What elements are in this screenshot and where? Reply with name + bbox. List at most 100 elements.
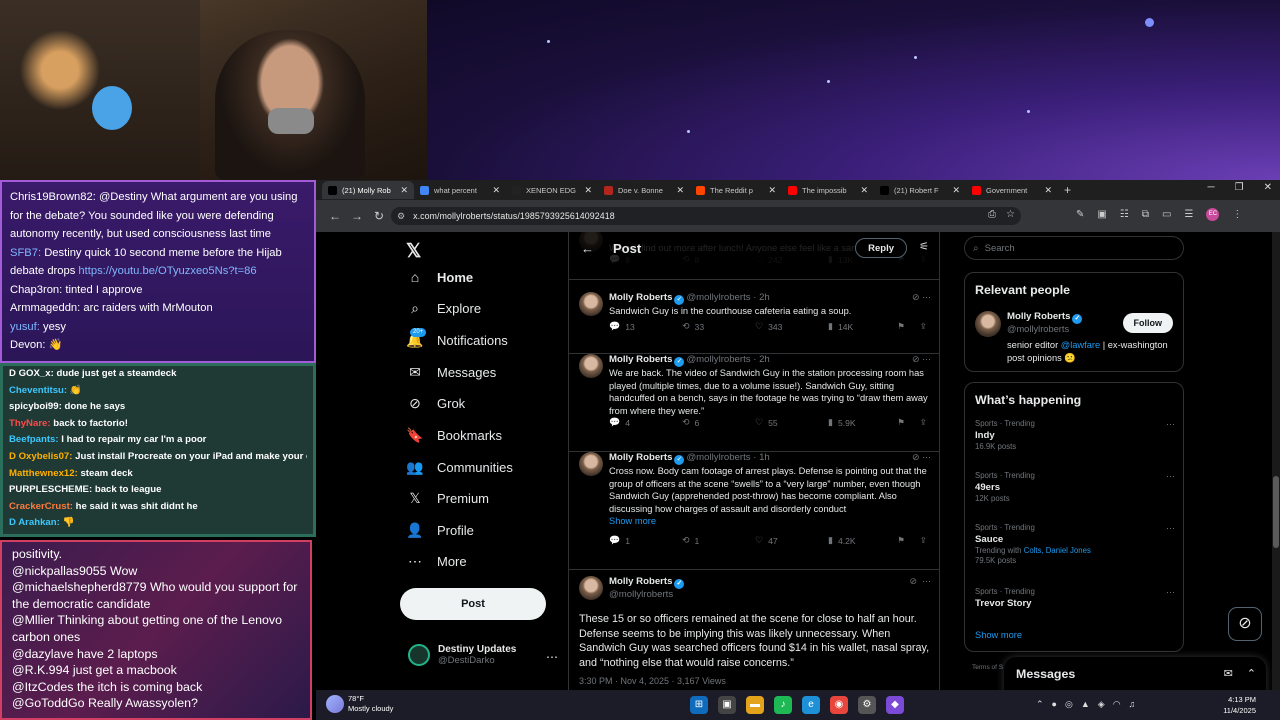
browser-tab[interactable]: (21) Molly Rob ✕ [322,181,414,199]
extension-icon[interactable]: ✎ [1076,209,1084,220]
share-icon[interactable]: ⇪ [920,417,927,428]
expand-icon[interactable]: ⌃ [1247,667,1256,680]
scrollbar-thumb[interactable] [1273,476,1279,548]
views-button[interactable]: ▮ 5.9K [828,417,901,428]
wifi-icon[interactable]: ◠ [1113,699,1121,710]
back-icon[interactable]: ← [324,209,346,223]
chrome-icon[interactable]: ◉ [830,696,848,714]
menu-icon[interactable]: ⋮ [1232,209,1242,220]
reply-button[interactable]: 💬 4 [609,417,682,428]
tray-app-icon[interactable]: ◎ [1065,699,1073,710]
chat-username[interactable]: SFB7: [10,247,41,259]
views-button[interactable]: ▮ 4.2K [828,535,901,546]
task-view-icon[interactable]: ▣ [718,696,736,714]
x-logo-icon[interactable]: 𝕏 [406,240,421,263]
author-name[interactable]: Molly Roberts [609,354,672,365]
tray-app-icon[interactable]: ◈ [1098,699,1105,710]
close-tab-icon[interactable]: ✕ [400,185,408,196]
person-avatar[interactable] [975,311,1001,337]
search-input[interactable]: ⌕ Search [964,236,1184,260]
filter-icon[interactable]: ⚟ [919,240,929,253]
weather-widget[interactable]: 78°F Mostly cloudy [326,694,393,714]
nav-item-communities[interactable]: 👥 Communities [406,454,513,480]
browser-tab[interactable]: what percent ✕ [414,181,506,199]
close-tab-icon[interactable]: ✕ [1044,185,1052,196]
bookmark-icon[interactable]: ⚑ [897,417,905,428]
bookmark-icon[interactable]: ⚑ [897,535,905,546]
reply-button[interactable]: 💬 13 [609,321,682,332]
more-icon[interactable]: ⋯ [1166,419,1175,430]
grok-more-icon[interactable]: ⊘ ⋯ [912,292,931,303]
show-more-link[interactable]: Show more [609,516,656,526]
author-avatar[interactable] [579,354,603,378]
author-avatar[interactable] [579,452,603,476]
chat-link[interactable]: https://youtu.be/OTyuzxeo5Ns?t=86 [78,265,256,277]
scrollbar[interactable] [1272,232,1280,690]
chat-username[interactable]: Chris19Brown82: [10,191,96,203]
chat-username[interactable]: D GOX_x: [9,368,54,379]
browser-tab[interactable]: The impossib ✕ [782,181,874,199]
spotify-icon[interactable]: ♪ [774,696,792,714]
chat-username[interactable]: @dazylave [12,647,73,661]
new-message-icon[interactable]: ✉ [1224,667,1233,680]
follow-button[interactable]: Follow [1122,313,1173,333]
chat-username[interactable]: @R.K.994 [12,663,69,677]
close-tab-icon[interactable]: ✕ [492,185,500,196]
post-options[interactable]: ⊘ ⋯ [909,576,931,587]
profile-avatar[interactable]: EC [1206,208,1220,221]
edge-icon[interactable]: e [802,696,820,714]
close-tab-icon[interactable]: ✕ [768,185,776,196]
minimize-icon[interactable]: ─ [1208,182,1215,193]
close-tab-icon[interactable]: ✕ [952,185,960,196]
new-tab-button[interactable]: + [1064,183,1071,197]
chat-username[interactable]: @michaelshepherd8779 [12,580,147,594]
chat-username[interactable]: yusuf: [10,321,40,333]
chat-username[interactable]: Armmageddn: [10,302,80,314]
bookmark-star-icon[interactable]: ☆ [1006,209,1015,220]
chat-username[interactable]: @ItzCodes [12,680,73,694]
chat-username[interactable]: PURPLESCHEME: [9,484,92,495]
messages-drawer[interactable]: Messages ✉ ⌃ [1004,657,1266,690]
chat-username[interactable]: Devon: [10,339,45,351]
post-button[interactable]: Post [400,588,546,620]
repost-button[interactable]: ⟲ 1 [682,535,755,546]
show-more-link[interactable]: Show more [975,630,1022,640]
app-icon[interactable]: ◆ [886,696,904,714]
grok-button[interactable]: ⊘ [1228,607,1262,641]
browser-tab[interactable]: The Reddit p ✕ [690,181,782,199]
bookmark-icon[interactable]: ⚑ [897,321,905,332]
chat-username[interactable]: D Oxybelis07: [9,451,72,462]
tab-search-icon[interactable]: ☰ [1184,209,1193,220]
steam-icon[interactable]: ⚙ [858,696,876,714]
chat-username[interactable]: D Arahkan: [9,517,60,528]
install-icon[interactable]: ⎙ [988,209,996,220]
like-button[interactable]: ♡ 343 [755,321,828,332]
chat-username[interactable]: spicyboi99: [9,401,62,412]
like-button[interactable]: ♡ 47 [755,535,828,546]
chevron-up-icon[interactable]: ⌃ [1036,699,1044,710]
chat-username[interactable]: CrackerCrust: [9,501,73,512]
reply-button[interactable]: 💬 1 [609,535,682,546]
chat-username[interactable]: ThyNare: [9,418,51,429]
repost-button[interactable]: ⟲ 6 [682,417,755,428]
nav-item-more[interactable]: ⋯ More [406,548,467,574]
author-name[interactable]: Molly Roberts [609,452,672,463]
views-button[interactable]: ▮ 14K [828,321,901,332]
start-icon[interactable]: ⊞ [690,696,708,714]
file-explorer-icon[interactable]: ▬ [746,696,764,714]
chat-username[interactable]: @GoToddGo [12,696,85,710]
repost-button[interactable]: ⟲ 33 [682,321,755,332]
grok-more-icon[interactable]: ⊘ ⋯ [912,452,931,463]
nav-item-notifications[interactable]: 🔔 20+ Notifications [406,327,508,353]
trend-item[interactable]: Sports · Trending Indy 16.9K posts ⋯ [975,419,1175,451]
browser-tab[interactable]: Doe v. Bonne ✕ [598,181,690,199]
nav-item-explore[interactable]: ⌕ Explore [406,295,481,321]
browser-tab[interactable]: (21) Robert F ✕ [874,181,966,199]
chat-username[interactable]: Cheventitsu: [9,385,67,396]
trend-item[interactable]: Sports · Trending Sauce Trending with Colt… [975,523,1175,565]
close-tab-icon[interactable]: ✕ [584,185,592,196]
tray-app-icon[interactable]: ● [1052,699,1057,710]
more-options-icon[interactable]: ⋯ [546,650,558,664]
footer-links[interactable]: Terms of S [972,664,1003,671]
nav-item-home[interactable]: ⌂ Home [406,264,473,290]
